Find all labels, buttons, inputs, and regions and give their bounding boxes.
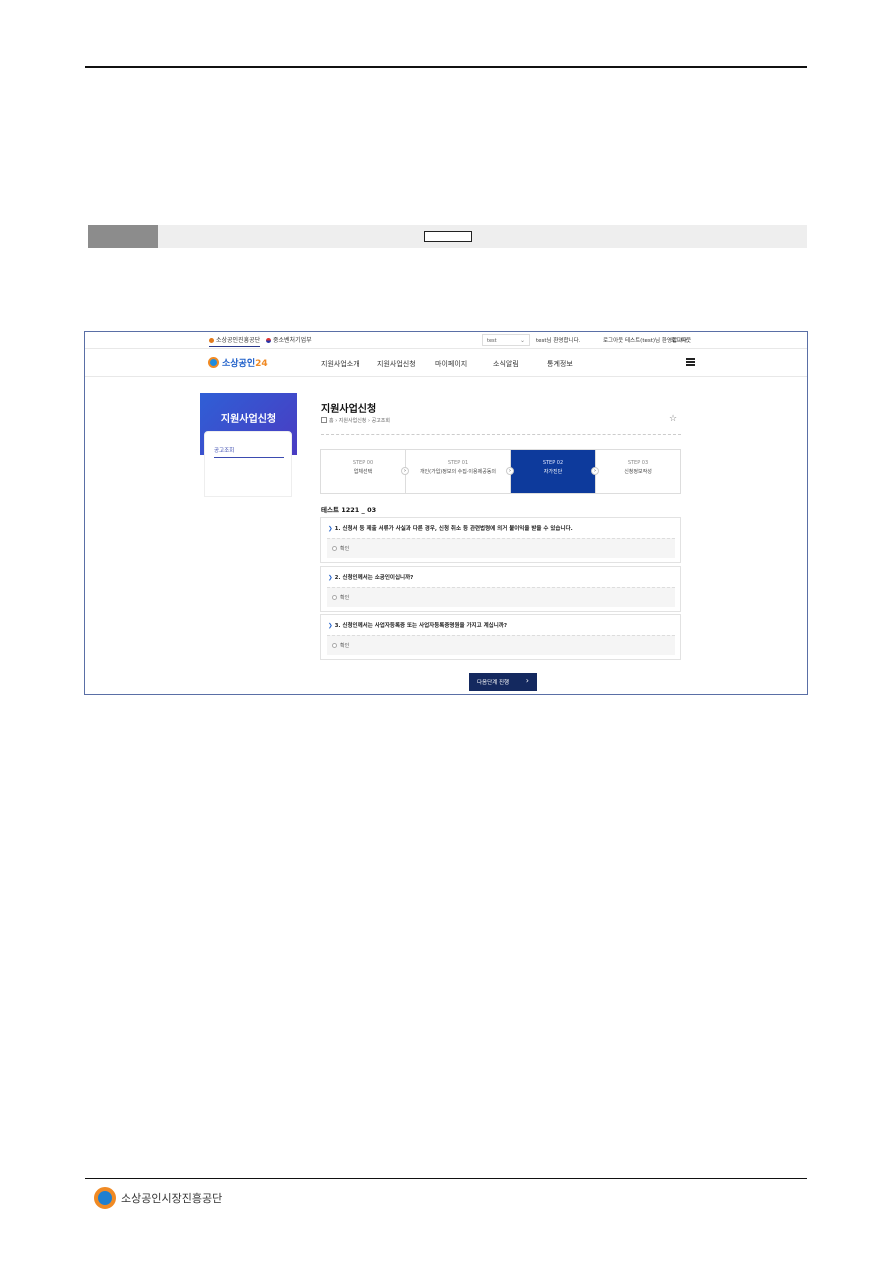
chevron-right-icon: › (401, 467, 409, 475)
question-label: 1. 신청서 등 제출 서류가 사실과 다른 경우, 신청 취소 등 관련법령에… (334, 526, 573, 532)
step-name: 업체선택 (353, 469, 373, 475)
answer-row: 확인 (327, 538, 675, 558)
logo-number: 24 (255, 359, 268, 369)
top-rule (85, 66, 807, 68)
site-link-label: 소상공인진흥공단 (216, 337, 261, 344)
site-link-mss[interactable]: 중소벤처기업부 (266, 335, 312, 344)
bottom-rule (85, 1178, 807, 1179)
nav-item-news[interactable]: 소식알림 (493, 359, 519, 369)
info-mini-box (424, 231, 472, 242)
sidebar-item-notice[interactable]: 공고조회 (214, 446, 284, 458)
confirm-radio[interactable] (332, 595, 337, 600)
nav-item-apply[interactable]: 지원사업신청 (377, 359, 416, 369)
next-step-button[interactable]: 다음단계 진행 › (469, 673, 537, 691)
site-link-semas[interactable]: 소상공인진흥공단 (209, 335, 261, 347)
flag-icon (266, 338, 271, 343)
step-03: STEP 03 신청정보작성 (596, 450, 680, 493)
main-header: 소상공인24 지원사업소개 지원사업신청 마이페이지 소식알림 통계정보 (85, 350, 807, 377)
step-02: STEP 02 자가진단 › (511, 450, 599, 493)
question-label: 2. 신청인께서는 소공인이십니까? (334, 575, 414, 581)
nav-item-mypage[interactable]: 마이페이지 (435, 359, 467, 369)
section-title: 테스트 1221 _ 03 (321, 506, 377, 514)
answer-row: 확인 (327, 587, 675, 607)
welcome-text: test님 환영합니다. (536, 338, 581, 344)
screenshot-frame: 소상공인진흥공단 중소벤처기업부 test ⌄ test님 환영합니다. 로그아웃… (84, 331, 808, 695)
confirm-radio[interactable] (332, 546, 337, 551)
breadcrumb-current: 공고조회 (371, 418, 390, 424)
chevron-right-icon: ❯ (328, 526, 333, 532)
site-logo[interactable]: 소상공인24 (208, 356, 268, 369)
confirm-radio[interactable] (332, 643, 337, 648)
question-text: ❯ 1. 신청서 등 제출 서류가 사실과 다른 경우, 신청 취소 등 관련법령… (328, 524, 573, 532)
chevron-right-icon: ❯ (328, 623, 333, 629)
nav-item-intro[interactable]: 지원사업소개 (321, 359, 360, 369)
step-number: STEP 02 (542, 460, 564, 466)
step-name: 개인(가입)정보의 수집·이용제공동의 (419, 469, 497, 475)
chevron-right-icon: › (591, 467, 599, 475)
step-number: STEP 00 (352, 460, 374, 466)
question-card: ❯ 1. 신청서 등 제출 서류가 사실과 다른 경우, 신청 취소 등 관련법령… (320, 517, 681, 563)
question-label: 3. 신청인께서는 사업자등록증 또는 사업자등록증명원을 가지고 계십니까? (334, 623, 508, 629)
logo-mark-icon (208, 357, 219, 368)
confirm-label[interactable]: 확인 (340, 594, 349, 601)
account-select-value: test (487, 338, 497, 344)
answer-row: 확인 (327, 635, 675, 655)
site-link-label: 중소벤처기업부 (273, 337, 312, 344)
step-00: STEP 00 업체선택 › (321, 450, 409, 493)
next-step-label: 다음단계 진행 (477, 680, 510, 686)
hamburger-menu-icon[interactable] (686, 358, 695, 366)
chevron-down-icon: ⌄ (519, 337, 525, 344)
chevron-right-icon: › (506, 467, 514, 475)
title-divider (321, 434, 681, 435)
nav-item-stats[interactable]: 통계정보 (547, 359, 573, 369)
sidebar-menu: 공고조회 (204, 431, 292, 497)
confirm-label[interactable]: 확인 (340, 545, 349, 552)
home-icon[interactable] (321, 417, 327, 423)
question-card: ❯ 3. 신청인께서는 사업자등록증 또는 사업자등록증명원을 가지고 계십니까?… (320, 614, 681, 660)
breadcrumb: 홈 › 지원사업신청 › 공고조회 (321, 417, 390, 424)
question-text: ❯ 3. 신청인께서는 사업자등록증 또는 사업자등록증명원을 가지고 계십니까? (328, 621, 507, 629)
chevron-right-icon: › (525, 676, 529, 685)
semas-icon (209, 338, 214, 343)
account-select[interactable]: test ⌄ (482, 334, 530, 346)
breadcrumb-apply[interactable]: 지원사업신청 (339, 418, 367, 424)
question-text: ❯ 2. 신청인께서는 소공인이십니까? (328, 573, 413, 581)
logout-link[interactable]: 로그아웃 (671, 336, 691, 344)
question-card: ❯ 2. 신청인께서는 소공인이십니까? 확인 (320, 566, 681, 612)
footer-org-name: 소상공인시장진흥공단 (121, 1192, 223, 1205)
semas-emblem-icon (94, 1187, 116, 1209)
step-name: 자가진단 (543, 469, 563, 475)
step-number: STEP 03 (627, 460, 649, 466)
logo-text: 소상공인 (222, 359, 256, 369)
star-icon[interactable]: ☆ (669, 414, 677, 424)
footer-logo: 소상공인시장진흥공단 (94, 1187, 222, 1209)
info-tag (88, 225, 158, 248)
info-bar (88, 225, 807, 248)
step-name: 신청정보작성 (624, 469, 652, 475)
step-01: STEP 01 개인(가입)정보의 수집·이용제공동의 › (406, 450, 514, 493)
page-title: 지원사업신청 (321, 404, 377, 415)
step-indicator: STEP 00 업체선택 › STEP 01 개인(가입)정보의 수집·이용제공… (320, 449, 681, 494)
utility-bar: 소상공인진흥공단 중소벤처기업부 test ⌄ test님 환영합니다. 로그아웃… (85, 332, 807, 349)
step-number: STEP 01 (447, 460, 469, 466)
breadcrumb-home[interactable]: 홈 (329, 418, 334, 424)
chevron-right-icon: ❯ (328, 575, 333, 581)
confirm-label[interactable]: 확인 (340, 642, 349, 649)
